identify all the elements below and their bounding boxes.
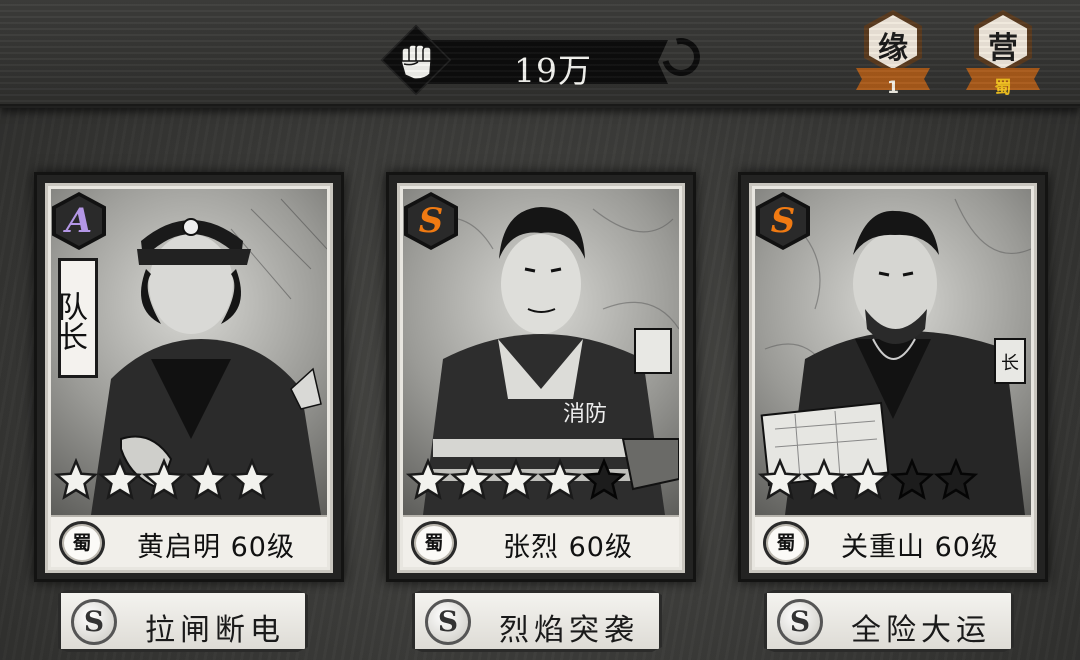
star-filled-icon <box>846 458 890 500</box>
star-filled-icon <box>230 458 274 500</box>
faction-seal: 蜀 <box>59 521 105 565</box>
fate-button[interactable]: 缘 1 <box>856 10 930 98</box>
hero-nameplate: 蜀 张烈 60级 <box>403 515 679 567</box>
camp-button[interactable]: 营 蜀 <box>966 10 1040 98</box>
star-rating <box>54 458 274 508</box>
skill-name: 烈焰突袭 <box>499 613 639 648</box>
star-empty-icon <box>890 458 934 500</box>
hero-card-slot-1[interactable]: A 队长 蜀 黄启明 60级 <box>34 172 344 582</box>
hero-card[interactable]: 长 S 蜀 关重山 60级 <box>749 183 1037 573</box>
camp-faction: 蜀 <box>994 78 1012 98</box>
top-banner: 19万 缘 1 营 蜀 <box>0 0 1080 108</box>
team-power-display: 19万 <box>378 24 708 96</box>
star-filled-icon <box>538 458 582 500</box>
camp-ribbon <box>966 68 1040 90</box>
hero-nameplate: 蜀 关重山 60级 <box>755 515 1031 567</box>
skill-grade-badge: S <box>71 599 117 645</box>
fate-ribbon <box>856 68 930 90</box>
jacket-text: 消防 <box>563 402 607 427</box>
fist-frame <box>380 24 452 96</box>
star-filled-icon <box>186 458 230 500</box>
faction-seal: 蜀 <box>763 521 809 565</box>
skill-button-2[interactable]: S 烈焰突袭 <box>412 590 662 652</box>
rank-letter: S <box>418 201 444 241</box>
fate-glyph: 缘 <box>878 31 908 66</box>
star-empty-icon <box>934 458 978 500</box>
camp-hex-frame <box>974 10 1032 74</box>
skill-name: 全险大运 <box>851 613 991 648</box>
skill-grade-badge: S <box>777 599 823 645</box>
fist-icon <box>400 44 432 80</box>
skill-button-1[interactable]: S 拉闸断电 <box>58 590 308 652</box>
star-rating <box>758 458 978 508</box>
camp-glyph: 营 <box>988 31 1018 66</box>
team-screen: 19万 缘 1 营 蜀 A 队长 蜀 黄启明 60级 S 拉闸断电 消防 S 蜀… <box>0 0 1080 660</box>
star-filled-icon <box>142 458 186 500</box>
skill-name: 拉闸断电 <box>145 613 285 648</box>
hero-card-slot-3[interactable]: 长 S 蜀 关重山 60级 <box>738 172 1048 582</box>
hero-name-level: 张烈 60级 <box>503 532 633 563</box>
captain-tag: 队长 <box>52 258 98 378</box>
rank-badge: A <box>52 192 106 250</box>
star-filled-icon <box>406 458 450 500</box>
star-filled-icon <box>494 458 538 500</box>
fate-count: 1 <box>887 78 899 98</box>
power-bar <box>418 40 668 84</box>
star-filled-icon <box>450 458 494 500</box>
fate-hex-inner <box>869 15 917 69</box>
hero-card[interactable]: A 队长 蜀 黄启明 60级 <box>45 183 333 573</box>
faction-seal: 蜀 <box>411 521 457 565</box>
hero-card-slot-2[interactable]: 消防 S 蜀 张烈 60级 <box>386 172 696 582</box>
rank-letter: S <box>770 201 796 241</box>
skill-grade-badge: S <box>425 599 471 645</box>
hero-name-level: 黄启明 60级 <box>137 532 295 563</box>
hero-name-level: 关重山 60级 <box>841 532 999 563</box>
star-filled-icon <box>802 458 846 500</box>
star-filled-icon <box>98 458 142 500</box>
skill-button-3[interactable]: S 全险大运 <box>764 590 1014 652</box>
rank-letter: A <box>65 201 93 241</box>
power-value: 19万 <box>514 51 592 90</box>
fate-hex-frame <box>864 10 922 74</box>
patch-text: 长 <box>1001 353 1019 374</box>
swirl-ornament-icon <box>655 31 707 83</box>
star-filled-icon <box>758 458 802 500</box>
camp-hex-inner <box>979 15 1027 69</box>
star-empty-icon <box>582 458 626 500</box>
star-filled-icon <box>54 458 98 500</box>
star-rating <box>406 458 626 508</box>
hero-nameplate: 蜀 黄启明 60级 <box>51 515 327 567</box>
hero-card[interactable]: 消防 S 蜀 张烈 60级 <box>397 183 685 573</box>
rank-badge: S <box>756 192 810 250</box>
rank-badge: S <box>404 192 458 250</box>
